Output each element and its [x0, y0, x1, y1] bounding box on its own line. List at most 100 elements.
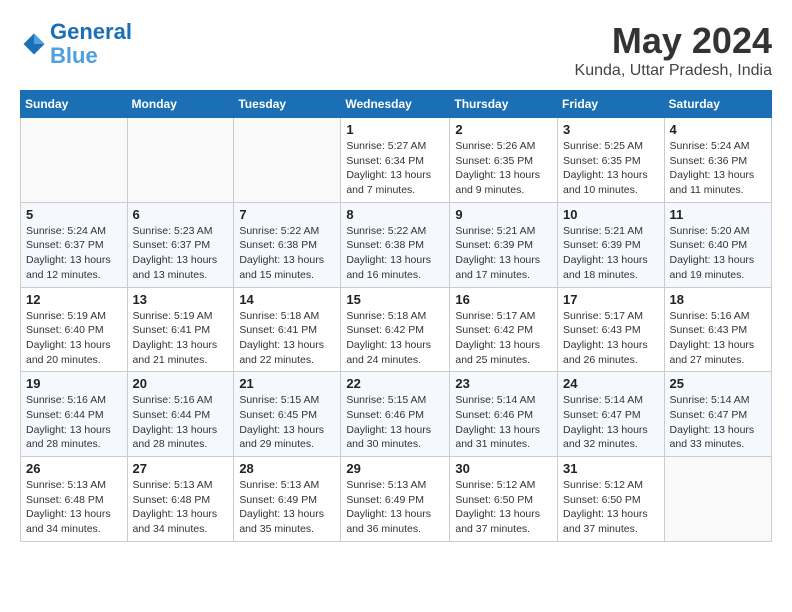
day-number: 2: [455, 122, 552, 137]
day-info: Sunrise: 5:27 AMSunset: 6:34 PMDaylight:…: [346, 139, 444, 198]
day-number: 27: [133, 461, 229, 476]
day-header-monday: Monday: [127, 91, 234, 118]
calendar-cell: 7 Sunrise: 5:22 AMSunset: 6:38 PMDaylight…: [234, 202, 341, 287]
day-info: Sunrise: 5:16 AMSunset: 6:43 PMDaylight:…: [670, 309, 766, 368]
calendar-cell: 5Sunrise: 5:24 AMSunset: 6:37 PMDaylight…: [21, 202, 128, 287]
logo-icon: [20, 30, 48, 58]
day-info: Sunrise: 5:17 AMSunset: 6:42 PMDaylight:…: [455, 309, 552, 368]
day-info: Sunrise: 5:15 AMSunset: 6:46 PMDaylight:…: [346, 393, 444, 452]
week-row-1: 1 Sunrise: 5:27 AMSunset: 6:34 PMDaylight…: [21, 118, 772, 203]
day-info: Sunrise: 5:12 AMSunset: 6:50 PMDaylight:…: [455, 478, 552, 537]
day-info: Sunrise: 5:22 AMSunset: 6:38 PMDaylight:…: [239, 224, 335, 283]
day-number: 15: [346, 292, 444, 307]
calendar-header-row: SundayMondayTuesdayWednesdayThursdayFrid…: [21, 91, 772, 118]
day-number: 24: [563, 376, 659, 391]
day-info: Sunrise: 5:24 AMSunset: 6:37 PMDaylight:…: [26, 224, 122, 283]
day-number: 25: [670, 376, 766, 391]
calendar-cell: 22 Sunrise: 5:15 AMSunset: 6:46 PMDayligh…: [341, 372, 450, 457]
calendar-cell: 9 Sunrise: 5:21 AMSunset: 6:39 PMDaylight…: [450, 202, 558, 287]
logo-text: General Blue: [50, 20, 132, 68]
calendar-cell: 14 Sunrise: 5:18 AMSunset: 6:41 PMDayligh…: [234, 287, 341, 372]
calendar-cell: 31 Sunrise: 5:12 AMSunset: 6:50 PMDayligh…: [558, 457, 665, 542]
calendar-cell: 29Sunrise: 5:13 AMSunset: 6:49 PMDayligh…: [341, 457, 450, 542]
day-number: 9: [455, 207, 552, 222]
calendar-cell: 17 Sunrise: 5:17 AMSunset: 6:43 PMDayligh…: [558, 287, 665, 372]
day-info: Sunrise: 5:14 AMSunset: 6:47 PMDaylight:…: [670, 393, 766, 452]
month-title: May 2024: [575, 20, 772, 62]
day-number: 21: [239, 376, 335, 391]
calendar-cell: 10 Sunrise: 5:21 AMSunset: 6:39 PMDayligh…: [558, 202, 665, 287]
calendar-table: SundayMondayTuesdayWednesdayThursdayFrid…: [20, 90, 772, 542]
calendar-cell: 6 Sunrise: 5:23 AMSunset: 6:37 PMDaylight…: [127, 202, 234, 287]
calendar-cell: 3 Sunrise: 5:25 AMSunset: 6:35 PMDaylight…: [558, 118, 665, 203]
day-header-saturday: Saturday: [664, 91, 771, 118]
calendar-cell: 26 Sunrise: 5:13 AMSunset: 6:48 PMDayligh…: [21, 457, 128, 542]
calendar-cell: 18 Sunrise: 5:16 AMSunset: 6:43 PMDayligh…: [664, 287, 771, 372]
week-row-5: 26 Sunrise: 5:13 AMSunset: 6:48 PMDayligh…: [21, 457, 772, 542]
day-info: Sunrise: 5:18 AMSunset: 6:42 PMDaylight:…: [346, 309, 444, 368]
calendar-cell: 4Sunrise: 5:24 AMSunset: 6:36 PMDaylight…: [664, 118, 771, 203]
day-number: 14: [239, 292, 335, 307]
day-number: 3: [563, 122, 659, 137]
day-info: Sunrise: 5:21 AMSunset: 6:39 PMDaylight:…: [455, 224, 552, 283]
calendar-cell: [21, 118, 128, 203]
day-number: 30: [455, 461, 552, 476]
day-number: 17: [563, 292, 659, 307]
calendar-cell: [127, 118, 234, 203]
day-info: Sunrise: 5:13 AMSunset: 6:49 PMDaylight:…: [346, 478, 444, 537]
calendar-cell: 21 Sunrise: 5:15 AMSunset: 6:45 PMDayligh…: [234, 372, 341, 457]
day-info: Sunrise: 5:26 AMSunset: 6:35 PMDaylight:…: [455, 139, 552, 198]
day-header-friday: Friday: [558, 91, 665, 118]
day-number: 1: [346, 122, 444, 137]
day-info: Sunrise: 5:25 AMSunset: 6:35 PMDaylight:…: [563, 139, 659, 198]
day-info: Sunrise: 5:16 AMSunset: 6:44 PMDaylight:…: [133, 393, 229, 452]
calendar-cell: 19Sunrise: 5:16 AMSunset: 6:44 PMDayligh…: [21, 372, 128, 457]
day-number: 28: [239, 461, 335, 476]
day-info: Sunrise: 5:13 AMSunset: 6:49 PMDaylight:…: [239, 478, 335, 537]
day-info: Sunrise: 5:16 AMSunset: 6:44 PMDaylight:…: [26, 393, 122, 452]
day-number: 22: [346, 376, 444, 391]
calendar-cell: 24 Sunrise: 5:14 AMSunset: 6:47 PMDayligh…: [558, 372, 665, 457]
calendar-cell: 25 Sunrise: 5:14 AMSunset: 6:47 PMDayligh…: [664, 372, 771, 457]
day-number: 31: [563, 461, 659, 476]
day-info: Sunrise: 5:15 AMSunset: 6:45 PMDaylight:…: [239, 393, 335, 452]
calendar-cell: 15 Sunrise: 5:18 AMSunset: 6:42 PMDayligh…: [341, 287, 450, 372]
day-info: Sunrise: 5:12 AMSunset: 6:50 PMDaylight:…: [563, 478, 659, 537]
logo: General Blue: [20, 20, 132, 68]
week-row-2: 5Sunrise: 5:24 AMSunset: 6:37 PMDaylight…: [21, 202, 772, 287]
location-title: Kunda, Uttar Pradesh, India: [575, 62, 772, 80]
day-info: Sunrise: 5:14 AMSunset: 6:47 PMDaylight:…: [563, 393, 659, 452]
day-info: Sunrise: 5:18 AMSunset: 6:41 PMDaylight:…: [239, 309, 335, 368]
day-number: 10: [563, 207, 659, 222]
calendar-cell: 30 Sunrise: 5:12 AMSunset: 6:50 PMDayligh…: [450, 457, 558, 542]
calendar-cell: 28 Sunrise: 5:13 AMSunset: 6:49 PMDayligh…: [234, 457, 341, 542]
day-info: Sunrise: 5:13 AMSunset: 6:48 PMDaylight:…: [133, 478, 229, 537]
calendar-cell: 2 Sunrise: 5:26 AMSunset: 6:35 PMDaylight…: [450, 118, 558, 203]
day-info: Sunrise: 5:13 AMSunset: 6:48 PMDaylight:…: [26, 478, 122, 537]
calendar-cell: [234, 118, 341, 203]
day-number: 16: [455, 292, 552, 307]
day-info: Sunrise: 5:23 AMSunset: 6:37 PMDaylight:…: [133, 224, 229, 283]
calendar-cell: 27 Sunrise: 5:13 AMSunset: 6:48 PMDayligh…: [127, 457, 234, 542]
day-info: Sunrise: 5:22 AMSunset: 6:38 PMDaylight:…: [346, 224, 444, 283]
day-number: 13: [133, 292, 229, 307]
day-number: 26: [26, 461, 122, 476]
calendar-cell: 20Sunrise: 5:16 AMSunset: 6:44 PMDayligh…: [127, 372, 234, 457]
week-row-3: 12 Sunrise: 5:19 AMSunset: 6:40 PMDayligh…: [21, 287, 772, 372]
day-number: 11: [670, 207, 766, 222]
day-header-wednesday: Wednesday: [341, 91, 450, 118]
day-number: 7: [239, 207, 335, 222]
day-number: 6: [133, 207, 229, 222]
day-info: Sunrise: 5:21 AMSunset: 6:39 PMDaylight:…: [563, 224, 659, 283]
day-info: Sunrise: 5:19 AMSunset: 6:40 PMDaylight:…: [26, 309, 122, 368]
day-number: 12: [26, 292, 122, 307]
day-info: Sunrise: 5:17 AMSunset: 6:43 PMDaylight:…: [563, 309, 659, 368]
day-info: Sunrise: 5:14 AMSunset: 6:46 PMDaylight:…: [455, 393, 552, 452]
day-number: 18: [670, 292, 766, 307]
calendar-cell: 8Sunrise: 5:22 AMSunset: 6:38 PMDaylight…: [341, 202, 450, 287]
page-header: General Blue May 2024 Kunda, Uttar Prade…: [20, 20, 772, 80]
day-info: Sunrise: 5:20 AMSunset: 6:40 PMDaylight:…: [670, 224, 766, 283]
week-row-4: 19Sunrise: 5:16 AMSunset: 6:44 PMDayligh…: [21, 372, 772, 457]
day-number: 4: [670, 122, 766, 137]
calendar-cell: [664, 457, 771, 542]
